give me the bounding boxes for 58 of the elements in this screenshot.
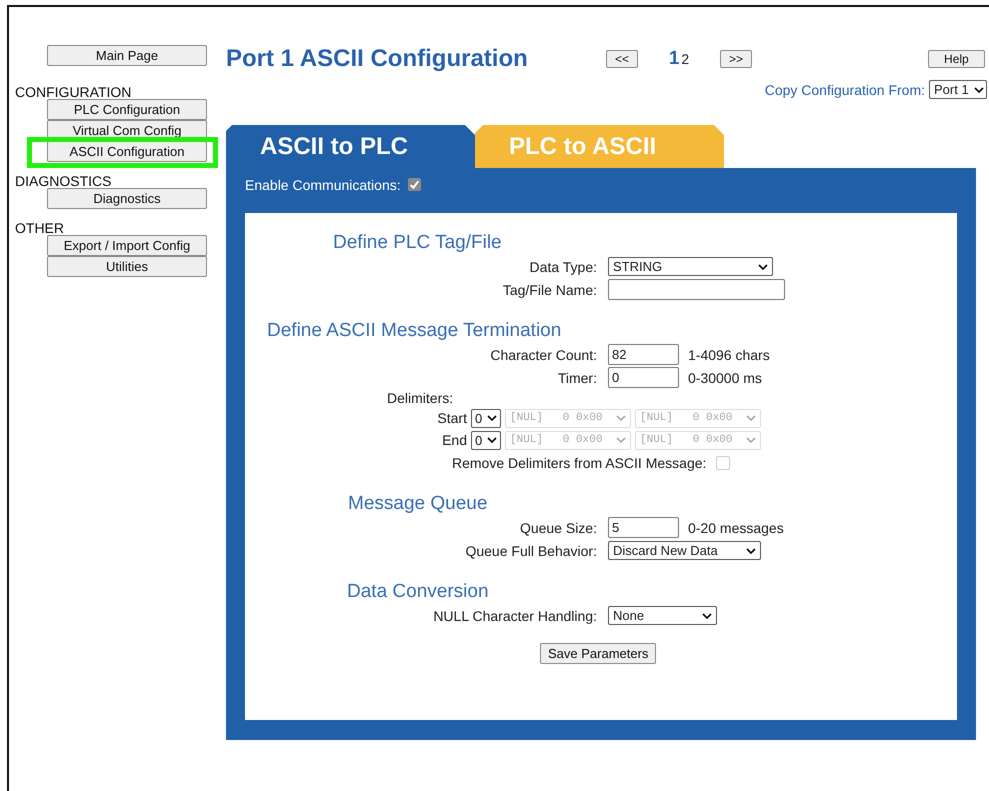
- save-parameters-button[interactable]: Save Parameters: [540, 643, 656, 664]
- tab[interactable]: ASCII to PLC: [226, 125, 475, 168]
- field-label: Tag/File Name:: [502, 282, 597, 298]
- help-button[interactable]: Help: [928, 50, 985, 68]
- range-hint: 0-20 messages: [688, 520, 784, 536]
- input-field[interactable]: 5: [608, 517, 679, 538]
- delimiter-label: Start: [437, 410, 467, 426]
- section-heading: Define ASCII Message Termination: [267, 319, 562, 343]
- chevron-icon: [616, 415, 626, 421]
- chevron-icon: [616, 437, 626, 443]
- nav-button[interactable]: Utilities: [47, 256, 207, 277]
- field-label: Data Type:: [528, 258, 597, 274]
- chevron-icon: [758, 264, 768, 270]
- copy-configuration-label: Copy Configuration From:: [764, 82, 925, 98]
- field-label: Queue Full Behavior:: [464, 542, 597, 558]
- field-label: Queue Size:: [518, 520, 597, 536]
- dropdown-select[interactable]: STRING: [608, 257, 773, 276]
- nav-section-heading: CONFIGURATION: [15, 85, 132, 99]
- count-select[interactable]: 0: [471, 430, 501, 450]
- nav-button[interactable]: ASCII Configuration: [47, 141, 207, 162]
- dropdown-select[interactable]: None: [608, 606, 717, 625]
- field-label: Character Count:: [489, 346, 597, 362]
- chevron-icon: [487, 437, 497, 443]
- count-select[interactable]: 0: [471, 408, 501, 428]
- field-label: Remove Delimiters from ASCII Message:: [452, 454, 706, 470]
- chevron-icon: [746, 415, 756, 421]
- chevron-icon: [487, 415, 497, 421]
- input-field[interactable]: 0: [608, 367, 679, 388]
- delimiter-label: End: [441, 432, 467, 448]
- enable-communications-label: Enable Communications:: [245, 176, 401, 192]
- input-field[interactable]: 82: [608, 344, 679, 365]
- nav-section-heading: OTHER: [15, 221, 65, 235]
- nav-button[interactable]: Export / Import Config: [47, 235, 207, 256]
- dropdown-select[interactable]: Discard New Data: [608, 541, 761, 560]
- chevron-icon: [746, 548, 756, 554]
- copy-from-select[interactable]: Port 1: [929, 80, 987, 99]
- field-label: NULL Character Handling:: [432, 608, 597, 624]
- page-link[interactable]: 2: [681, 51, 690, 67]
- page-link[interactable]: 1: [668, 48, 680, 70]
- section-heading: Data Conversion: [347, 580, 490, 604]
- section-heading: Define PLC Tag/File: [333, 231, 503, 255]
- field-label: Timer:: [556, 370, 597, 386]
- section-heading: Message Queue: [348, 492, 488, 516]
- nav-button[interactable]: Diagnostics: [47, 188, 207, 209]
- range-hint: 1-4096 chars: [688, 346, 770, 362]
- chevron-icon: [702, 612, 712, 618]
- nav-button[interactable]: PLC Configuration: [47, 99, 207, 120]
- delimiters-label: Delimiters:: [387, 389, 454, 407]
- page-title: Port 1 ASCII Configuration: [226, 45, 529, 73]
- previous-page-button[interactable]: <<: [606, 50, 638, 68]
- range-hint: 0-30000 ms: [688, 370, 762, 386]
- chevron-icon: [746, 437, 756, 443]
- nav-section-heading: DIAGNOSTICS: [15, 174, 112, 188]
- chevron-icon: [974, 86, 984, 92]
- main-page-button[interactable]: Main Page: [47, 45, 207, 66]
- input-field[interactable]: [608, 279, 785, 300]
- next-page-button[interactable]: >>: [720, 50, 752, 68]
- enable-checkbox[interactable]: [408, 178, 421, 191]
